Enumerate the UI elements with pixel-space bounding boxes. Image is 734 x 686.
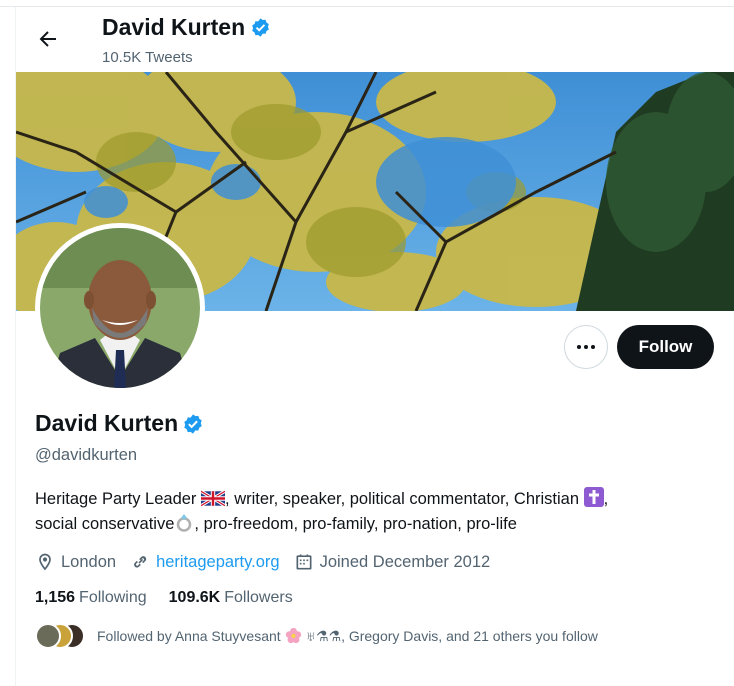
verified-badge-icon — [252, 18, 269, 37]
verified-badge-icon — [184, 413, 202, 434]
tweet-count: 10.5K Tweets — [102, 49, 193, 66]
following-count: 1,156 — [35, 589, 76, 606]
avatar[interactable] — [40, 228, 200, 388]
back-arrow-icon[interactable] — [36, 27, 60, 51]
calendar-icon — [296, 554, 312, 570]
followers-label: Followers — [224, 589, 293, 606]
website-item: heritageparty.org — [130, 552, 280, 572]
flower-icon — [285, 627, 301, 644]
following-label: Following — [79, 589, 147, 606]
joined-text: Joined December 2012 — [319, 552, 491, 571]
profile-handle: @davidkurten — [35, 446, 138, 464]
link-icon — [134, 556, 147, 568]
location-text: London — [61, 552, 117, 571]
ring-icon — [177, 514, 192, 532]
followed-by-text: , Gregory Davis, and 21 others you follo… — [341, 628, 598, 644]
location-icon — [39, 553, 51, 571]
bio-text: social conservative — [35, 515, 175, 533]
joined-item: Joined December 2012 — [294, 552, 491, 572]
bio-text: , pro-freedom, pro-family, pro-nation, p… — [194, 515, 517, 533]
uk-flag-icon — [201, 490, 226, 507]
more-icon — [577, 345, 581, 349]
more-button[interactable] — [564, 325, 608, 369]
profile-meta: London heritageparty.org Joined December… — [35, 550, 504, 574]
followed-by-text: Followed by Anna Stuyvesant — [97, 628, 281, 644]
profile-stats: 1,156 Following 109.6K Followers — [35, 589, 315, 607]
avatar-frame[interactable] — [35, 223, 205, 393]
follow-button[interactable]: Follow — [617, 325, 714, 369]
profile-name: David Kurten — [35, 410, 204, 437]
avatar-image — [40, 228, 200, 388]
location-item: London — [35, 552, 116, 572]
cross-icon — [583, 487, 604, 507]
followers-link[interactable]: 109.6K Followers — [169, 589, 293, 607]
followed-by[interactable]: Followed by Anna Stuyvesant ♅⚗⚗, Gregory… — [35, 623, 598, 649]
bio-text: , writer, speaker, political commentator… — [225, 490, 580, 508]
bio-text: Heritage Party Leader — [35, 490, 197, 508]
website-link[interactable]: heritageparty.org — [156, 553, 280, 572]
profile-bio: Heritage Party Leader , writer, speaker,… — [35, 487, 715, 537]
header-name: David Kurten — [102, 14, 246, 40]
profile-name-text: David Kurten — [35, 410, 179, 436]
followed-by-glyphs: ♅⚗⚗ — [305, 628, 342, 644]
following-link[interactable]: 1,156 Following — [35, 589, 147, 607]
profile-header: David Kurten 10.5K Tweets — [16, 7, 734, 72]
header-title: David Kurten — [102, 14, 271, 41]
follower-avatar — [35, 623, 61, 649]
followers-count: 109.6K — [168, 589, 221, 606]
